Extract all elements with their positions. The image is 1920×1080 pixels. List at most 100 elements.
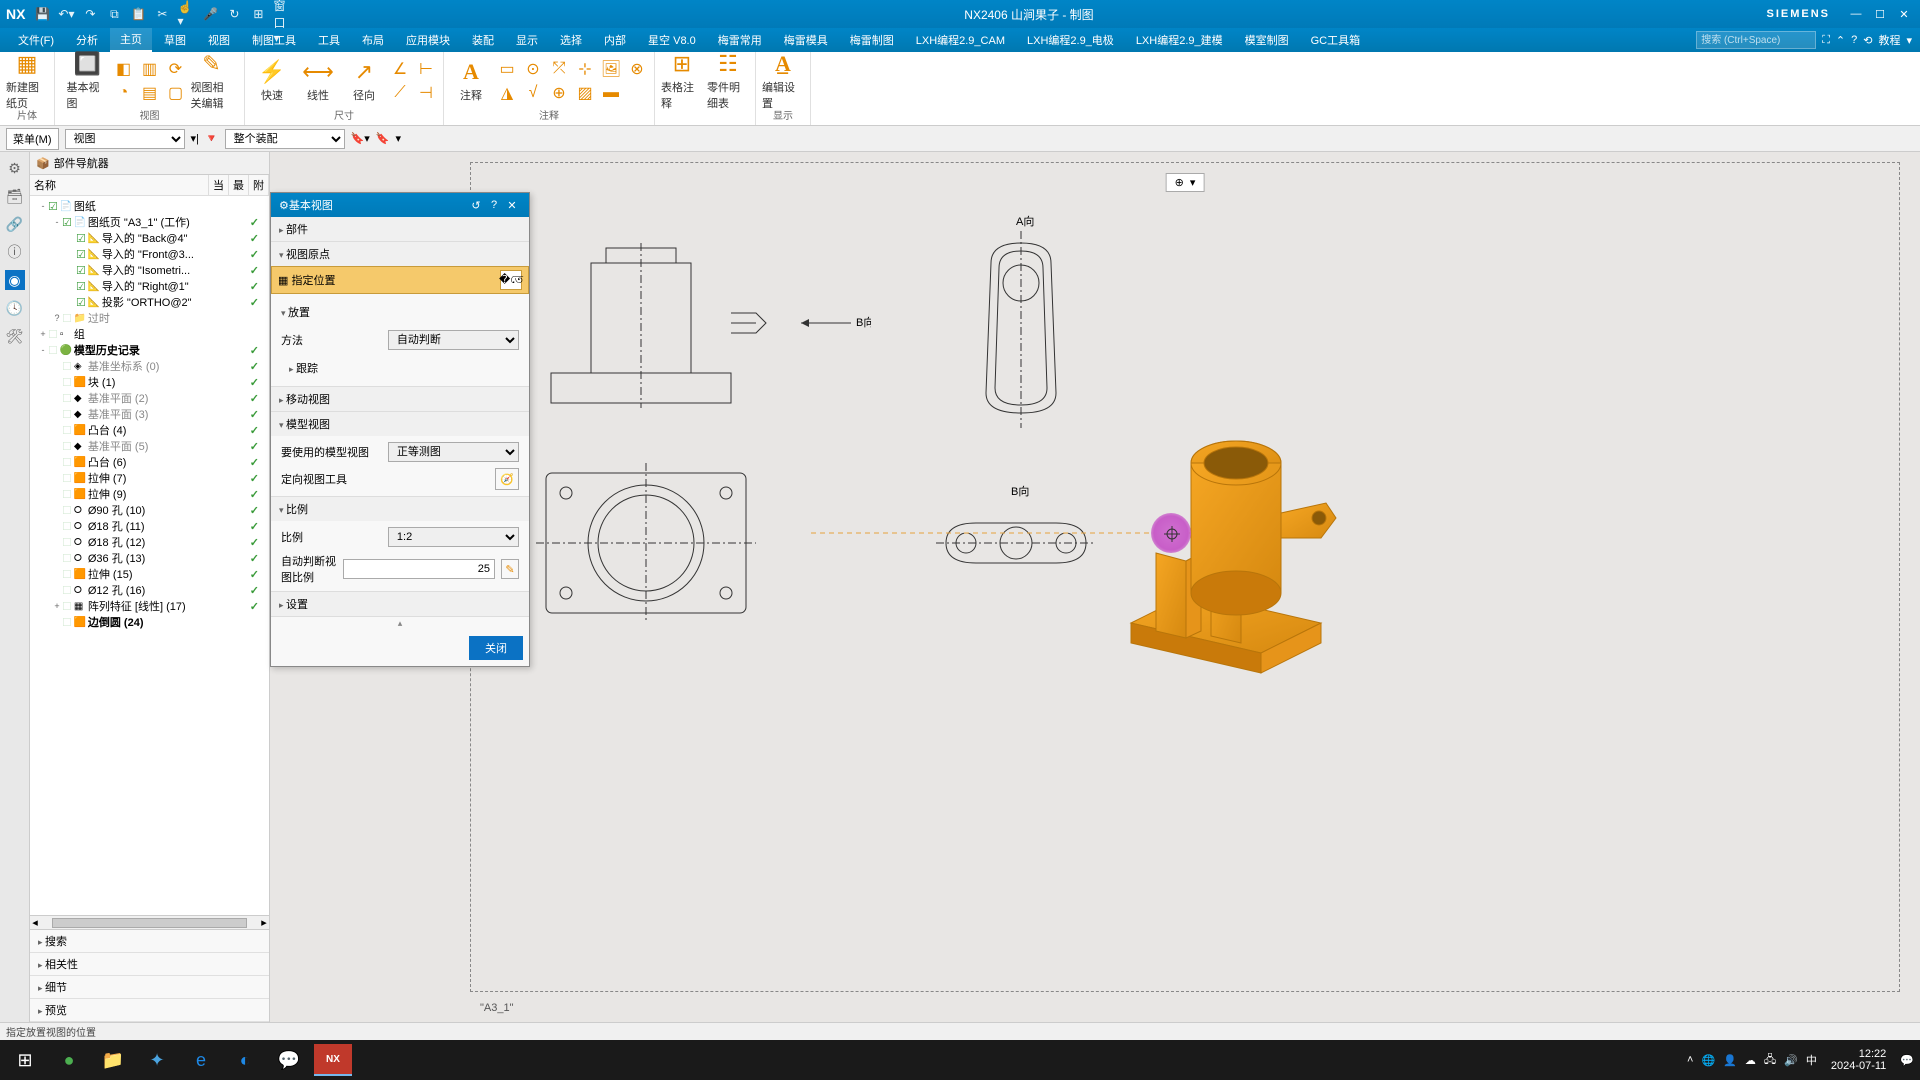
tree-row[interactable]: ☐🟧拉伸 (15)✓ xyxy=(30,566,269,582)
intersection-icon[interactable]: ⊗ xyxy=(626,58,648,80)
menu-display[interactable]: 显示 xyxy=(506,29,548,51)
target-point-icon[interactable]: ⊕ xyxy=(548,82,570,104)
tree-row[interactable]: ☑📐导入的 "Isometri...✓ xyxy=(30,262,269,278)
mic-icon[interactable]: 🎤 xyxy=(201,5,219,23)
restore-icon[interactable]: ⟲ xyxy=(1863,34,1872,47)
section-tracking[interactable]: 跟踪 xyxy=(281,356,519,380)
rapid-dim-button[interactable]: ⚡快速 xyxy=(251,56,293,106)
tree-row[interactable]: ☐⭘Ø36 孔 (13)✓ xyxy=(30,550,269,566)
taskbar-clock[interactable]: 12:222024-07-11 xyxy=(1825,1048,1892,1072)
specify-location-button[interactable]: �তে xyxy=(500,270,522,290)
touch-icon[interactable]: ☝▾ xyxy=(177,5,195,23)
section-placement[interactable]: 放置 xyxy=(281,300,519,324)
menu-file[interactable]: 文件(F) xyxy=(8,29,64,51)
view-edit-button[interactable]: ✎视图相关编辑 xyxy=(191,56,233,106)
tray-cloud-icon[interactable]: ☁ xyxy=(1745,1054,1756,1067)
tree-row[interactable]: ☐◆基准平面 (3)✓ xyxy=(30,406,269,422)
update-view-icon[interactable]: ⟳ xyxy=(165,58,187,80)
angular-dim-icon[interactable]: ∠ xyxy=(389,58,411,80)
sel-tool-2-icon[interactable]: 🔖 xyxy=(376,132,390,145)
col-latest[interactable]: 最 xyxy=(229,175,249,195)
dialog-collapse-icon[interactable]: ▴ xyxy=(271,617,529,630)
menu-lxh-cam[interactable]: LXH编程2.9_CAM xyxy=(906,29,1015,51)
menu-view[interactable]: 视图 xyxy=(198,29,240,51)
model-view-select[interactable]: 正等测图 xyxy=(388,442,519,462)
view-orient-control[interactable]: ⊕▾ xyxy=(1166,173,1205,192)
menu-xingkong[interactable]: 星空 V8.0 xyxy=(638,29,706,51)
table-note-button[interactable]: ⊞表格注释 xyxy=(661,56,703,106)
footer-preview[interactable]: 预览 xyxy=(30,999,269,1022)
sel-tool-1-icon[interactable]: 🔖▾ xyxy=(351,132,370,145)
col-current[interactable]: 当 xyxy=(209,175,229,195)
tree-row[interactable]: ☐⭘Ø18 孔 (12)✓ xyxy=(30,534,269,550)
tray-ime-icon[interactable]: 中 xyxy=(1806,1052,1817,1068)
weld-symbol-icon[interactable]: ⤱ xyxy=(548,58,570,80)
search-input[interactable] xyxy=(1696,31,1816,49)
close-button[interactable]: 关闭 xyxy=(469,636,523,660)
dialog-reset-icon[interactable]: ↺ xyxy=(467,199,485,212)
view-boundary-icon[interactable]: ▢ xyxy=(165,82,187,104)
constraint-navigator-icon[interactable]: 🔗 xyxy=(5,214,25,234)
tree-row[interactable]: ☐🟧边倒圆 (24) xyxy=(30,614,269,630)
section-view-icon[interactable]: ▥ xyxy=(139,58,161,80)
undo-icon[interactable]: ↶▾ xyxy=(57,5,75,23)
menu-gc-toolbox[interactable]: GC工具箱 xyxy=(1301,29,1371,51)
tray-volume-icon[interactable]: 🔊 xyxy=(1784,1054,1798,1067)
menu-tools[interactable]: 工具 xyxy=(308,29,350,51)
section-scale[interactable]: 比例 xyxy=(271,497,529,521)
assembly-navigator-icon[interactable]: 🗃 xyxy=(5,186,25,206)
image-icon[interactable]: 🖼 xyxy=(600,58,622,80)
sel-tool-3-icon[interactable]: ▾ xyxy=(396,132,402,145)
tree-row[interactable]: ☐🟧块 (1)✓ xyxy=(30,374,269,390)
taskbar-wechat[interactable]: 💬 xyxy=(270,1044,308,1076)
start-button[interactable]: ⊞ xyxy=(6,1044,44,1076)
tree-row[interactable]: ☐🟧拉伸 (9)✓ xyxy=(30,486,269,502)
base-view-button[interactable]: 🔲基本视图 xyxy=(67,56,109,106)
menu-mold-draft[interactable]: 模室制图 xyxy=(1235,29,1299,51)
tree-row[interactable]: ☐◆基准平面 (2)✓ xyxy=(30,390,269,406)
minimize-icon[interactable]: — xyxy=(1846,8,1866,21)
autoscale-input[interactable] xyxy=(343,559,495,579)
tree-scrollbar[interactable]: ◂▸ xyxy=(30,915,269,929)
tree-row[interactable]: -☑📄图纸 xyxy=(30,198,269,214)
dialog-help-icon[interactable]: ? xyxy=(485,199,503,211)
balloon-icon[interactable]: ⊙ xyxy=(522,58,544,80)
fullscreen-icon[interactable]: ⛶ xyxy=(1822,34,1830,47)
tree-row[interactable]: ☑📐导入的 "Back@4"✓ xyxy=(30,230,269,246)
radial-dim-button[interactable]: ↗径向 xyxy=(343,56,385,106)
tray-network-icon[interactable]: 🖧 xyxy=(1764,1051,1776,1070)
taskbar-edge[interactable]: ● xyxy=(50,1044,88,1076)
tree-row[interactable]: -☐🟢模型历史记录✓ xyxy=(30,342,269,358)
section-settings[interactable]: 设置 xyxy=(271,592,529,616)
copy-icon[interactable]: ⧉ xyxy=(105,5,123,23)
orient-tool-button[interactable]: 🧭 xyxy=(495,468,519,490)
col-attach[interactable]: 附 xyxy=(249,175,269,195)
menu-meilei2[interactable]: 梅雷模具 xyxy=(774,29,838,51)
region-icon[interactable]: ▬ xyxy=(600,82,622,104)
note-button[interactable]: A注释 xyxy=(450,56,492,106)
tree-row[interactable]: ☑📐投影 "ORTHO@2"✓ xyxy=(30,294,269,310)
navigator-tree[interactable]: -☑📄图纸-☑📄图纸页 "A3_1" (工作)✓☑📐导入的 "Back@4"✓☑… xyxy=(30,196,269,915)
surface-finish-icon[interactable]: √ xyxy=(522,82,544,104)
tray-user-icon[interactable]: 👤 xyxy=(1723,1054,1737,1067)
tray-globe-icon[interactable]: 🌐 xyxy=(1701,1054,1715,1067)
tray-up-icon[interactable]: ˄ xyxy=(1687,1054,1693,1066)
new-sheet-button[interactable]: ▦新建图纸页 xyxy=(6,56,48,106)
cut-icon[interactable]: ✂ xyxy=(153,5,171,23)
menu-meilei3[interactable]: 梅雷制图 xyxy=(840,29,904,51)
part-navigator-icon[interactable]: ⚙ xyxy=(5,158,25,178)
section-move-view[interactable]: 移动视图 xyxy=(271,387,529,411)
menu-button[interactable]: 菜单(M) xyxy=(6,128,59,150)
redo-icon[interactable]: ↷ xyxy=(81,5,99,23)
filter-icon[interactable]: ▾| xyxy=(191,132,199,145)
repeat-icon[interactable]: ↻ xyxy=(225,5,243,23)
tray-notifications-icon[interactable]: 💬 xyxy=(1900,1054,1914,1067)
tree-row[interactable]: ☑📐导入的 "Right@1"✓ xyxy=(30,278,269,294)
help-icon[interactable]: ? xyxy=(1851,34,1857,46)
tree-row[interactable]: ☐◈基准坐标系 (0)✓ xyxy=(30,358,269,374)
hd3d-icon[interactable]: ◉ xyxy=(5,270,25,290)
tree-row[interactable]: ?☐📁过时 xyxy=(30,310,269,326)
taskbar-app2[interactable]: ◐ xyxy=(226,1044,264,1076)
filter-select-2[interactable]: 整个装配 xyxy=(225,129,345,149)
window-menu-icon[interactable]: ⊡ 窗口▾ xyxy=(273,5,291,23)
